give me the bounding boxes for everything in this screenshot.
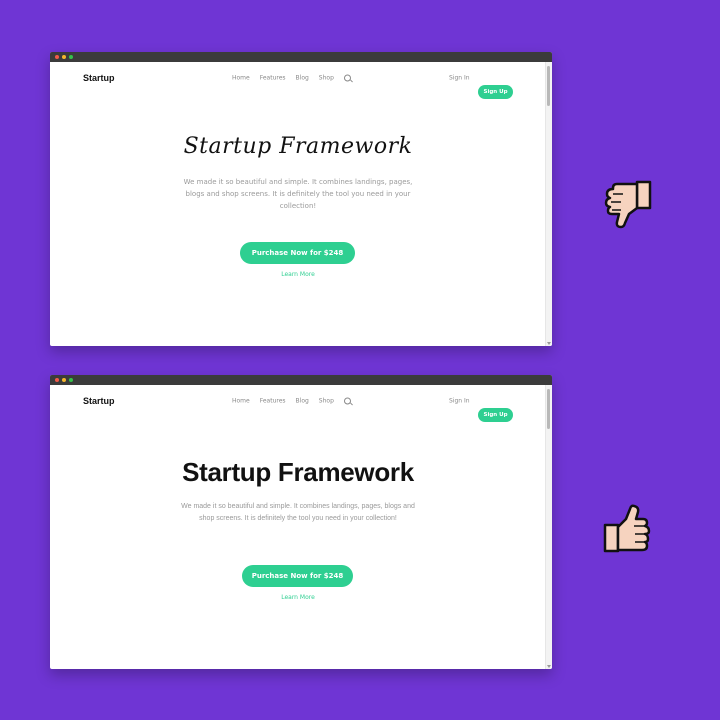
nav-link-blog[interactable]: Blog (296, 398, 309, 405)
thumbs-up-icon (603, 504, 651, 553)
nav-link-shop[interactable]: Shop (319, 398, 334, 405)
thumbs-down-icon (604, 180, 652, 229)
hero-title: Startup Framework (183, 134, 413, 159)
hero-description: We made it so beautiful and simple. It c… (181, 503, 415, 522)
learn-more-link[interactable]: Learn More (50, 271, 546, 278)
hero-description: We made it so beautiful and simple. It c… (183, 178, 413, 210)
window-titlebar (50, 375, 552, 385)
purchase-button[interactable]: Purchase Now for $248 (240, 242, 355, 264)
scrollbar-thumb[interactable] (547, 66, 550, 106)
purchase-button[interactable]: Purchase Now for $248 (242, 565, 353, 587)
sign-up-button[interactable]: Sign Up (478, 408, 513, 422)
sign-in-link[interactable]: Sign In (449, 75, 470, 82)
nav-link-features[interactable]: Features (260, 75, 286, 82)
scrollbar[interactable] (545, 385, 552, 669)
nav-link-home[interactable]: Home (232, 75, 250, 82)
scroll-down-arrow-icon[interactable] (547, 342, 551, 345)
minimize-window-dot[interactable] (62, 378, 66, 382)
nav-links: Home Features Blog Shop (232, 397, 351, 405)
site-logo[interactable]: Startup (83, 396, 115, 406)
browser-window-sans-font: Startup Home Features Blog Shop Sign In … (50, 375, 552, 669)
nav-link-shop[interactable]: Shop (319, 75, 334, 82)
maximize-window-dot[interactable] (69, 55, 73, 59)
hero-title: Startup Framework (182, 457, 414, 487)
search-icon[interactable] (343, 74, 351, 82)
sign-in-link[interactable]: Sign In (449, 398, 470, 405)
scrollbar[interactable] (545, 62, 552, 346)
browser-window-script-font: Startup Home Features Blog Shop Sign In … (50, 52, 552, 346)
minimize-window-dot[interactable] (62, 55, 66, 59)
sign-up-button[interactable]: Sign Up (478, 85, 513, 99)
nav-link-blog[interactable]: Blog (296, 75, 309, 82)
scroll-down-arrow-icon[interactable] (547, 665, 551, 668)
learn-more-link[interactable]: Learn More (50, 594, 546, 601)
nav-link-features[interactable]: Features (260, 398, 286, 405)
close-window-dot[interactable] (55, 378, 59, 382)
nav-link-home[interactable]: Home (232, 398, 250, 405)
nav-links: Home Features Blog Shop (232, 74, 351, 82)
window-titlebar (50, 52, 552, 62)
search-icon[interactable] (343, 397, 351, 405)
close-window-dot[interactable] (55, 55, 59, 59)
site-logo[interactable]: Startup (83, 73, 115, 83)
scrollbar-thumb[interactable] (547, 389, 550, 429)
maximize-window-dot[interactable] (69, 378, 73, 382)
